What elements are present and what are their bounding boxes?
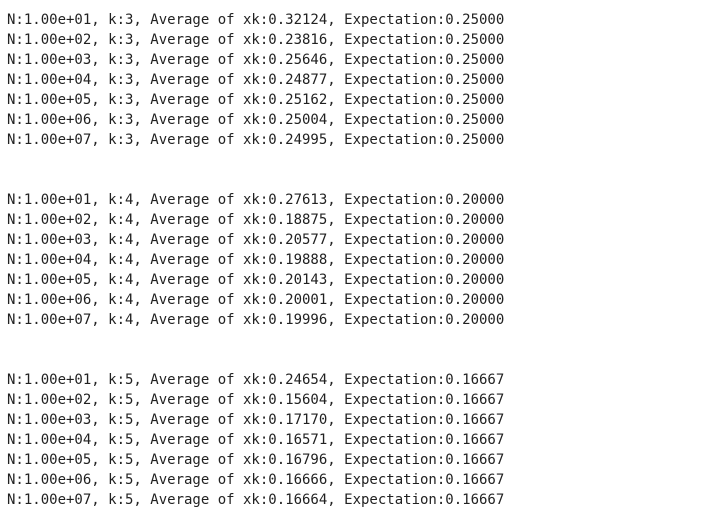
output-line: N:1.00e+05, k:3, Average of xk:0.25162, … [7,92,505,108]
output-line: N:1.00e+02, k:5, Average of xk:0.15604, … [7,392,505,408]
output-line: N:1.00e+01, k:5, Average of xk:0.24654, … [7,372,505,388]
output-line: N:1.00e+04, k:3, Average of xk:0.24877, … [7,72,505,88]
console-output: N:1.00e+01, k:3, Average of xk:0.32124, … [0,0,725,510]
output-line: N:1.00e+07, k:5, Average of xk:0.16664, … [7,492,505,508]
output-line: N:1.00e+03, k:4, Average of xk:0.20577, … [7,232,505,248]
output-line: N:1.00e+03, k:5, Average of xk:0.17170, … [7,412,505,428]
output-line: N:1.00e+06, k:5, Average of xk:0.16666, … [7,472,505,488]
output-line: N:1.00e+05, k:4, Average of xk:0.20143, … [7,272,505,288]
output-block-k4: N:1.00e+01, k:4, Average of xk:0.27613, … [7,190,725,330]
output-line: N:1.00e+02, k:3, Average of xk:0.23816, … [7,32,505,48]
output-line: N:1.00e+05, k:5, Average of xk:0.16796, … [7,452,505,468]
output-block-k3: N:1.00e+01, k:3, Average of xk:0.32124, … [7,10,725,150]
output-block-k5: N:1.00e+01, k:5, Average of xk:0.24654, … [7,370,725,510]
output-line: N:1.00e+04, k:5, Average of xk:0.16571, … [7,432,505,448]
output-line: N:1.00e+06, k:3, Average of xk:0.25004, … [7,112,505,128]
output-line: N:1.00e+07, k:3, Average of xk:0.24995, … [7,132,505,148]
output-line: N:1.00e+07, k:4, Average of xk:0.19996, … [7,312,505,328]
output-line: N:1.00e+02, k:4, Average of xk:0.18875, … [7,212,505,228]
output-line: N:1.00e+06, k:4, Average of xk:0.20001, … [7,292,505,308]
output-line: N:1.00e+04, k:4, Average of xk:0.19888, … [7,252,505,268]
output-line: N:1.00e+03, k:3, Average of xk:0.25646, … [7,52,505,68]
output-line: N:1.00e+01, k:3, Average of xk:0.32124, … [7,12,505,28]
output-line: N:1.00e+01, k:4, Average of xk:0.27613, … [7,192,505,208]
